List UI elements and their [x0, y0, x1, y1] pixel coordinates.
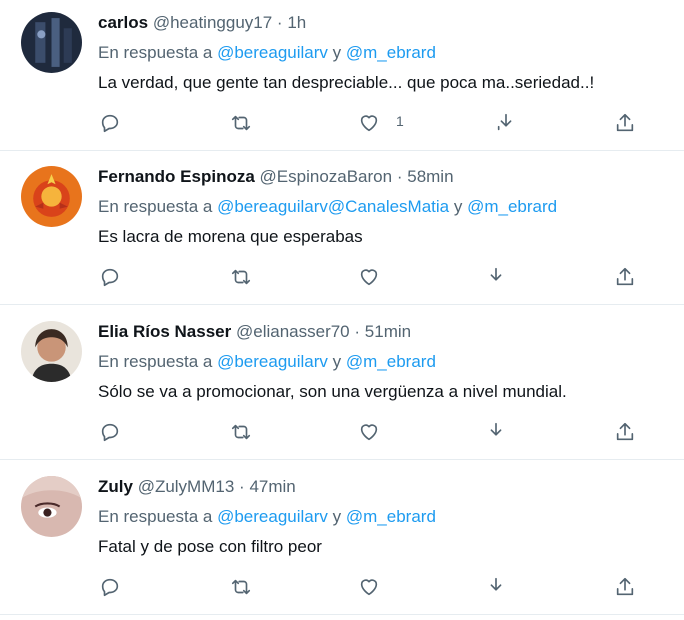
display-name[interactable]: Fernando Espinoza [98, 167, 255, 186]
mention-link[interactable]: @bereaguilarv [217, 197, 328, 216]
separator-dot: · [276, 13, 283, 32]
download-button[interactable] [483, 574, 509, 600]
reply-prefix: En respuesta a [98, 43, 213, 62]
tweet-card[interactable]: Fernando Espinoza @EspinozaBaron · 58min… [0, 154, 684, 305]
download-button[interactable] [493, 110, 519, 136]
heart-icon [360, 115, 378, 132]
action-bar [0, 264, 684, 290]
timestamp[interactable]: 47min [249, 477, 295, 496]
tweet-text: La verdad, que gente tan despreciable...… [98, 73, 595, 92]
avatar[interactable] [21, 12, 82, 73]
share-button[interactable] [612, 574, 638, 600]
like-count: 1 [396, 113, 404, 129]
heart-icon [360, 579, 378, 596]
reply-prefix: En respuesta a [98, 197, 213, 216]
share-button[interactable] [612, 264, 638, 290]
timestamp[interactable]: 1h [287, 13, 306, 32]
retweet-button[interactable] [228, 574, 254, 600]
separator-dot: · [239, 477, 245, 496]
mention-link[interactable]: @bereaguilarv [217, 43, 328, 62]
separator-dot: · [354, 322, 361, 341]
reply-icon [101, 578, 119, 597]
share-icon [616, 422, 634, 441]
download-button[interactable] [483, 264, 509, 290]
share-icon [616, 113, 634, 132]
user-handle[interactable]: @elianasser70 [236, 322, 350, 341]
display-name[interactable]: Elia Ríos Nasser [98, 322, 231, 341]
reply-button[interactable] [97, 574, 123, 600]
mention-link[interactable]: @m_ebrard [346, 43, 436, 62]
like-button[interactable] [356, 574, 382, 600]
reply-icon [101, 423, 119, 442]
reply-context: En respuesta a @bereaguilarv@CanalesMati… [98, 196, 557, 218]
tweet-card[interactable]: carlos @heatingguy17 · 1h En respuesta a… [0, 0, 684, 151]
reply-icon [101, 114, 119, 133]
tweet-header: Zuly @ZulyMM13 · 47min [98, 476, 296, 498]
timestamp[interactable]: 58min [407, 167, 453, 186]
display-name[interactable]: carlos [98, 13, 148, 32]
heart-icon [360, 424, 378, 441]
download-icon [490, 577, 502, 591]
heart-icon [360, 269, 378, 286]
retweet-icon [231, 579, 251, 595]
share-button[interactable] [612, 419, 638, 445]
mention-link[interactable]: @CanalesMatia [328, 197, 449, 216]
tweet-text: Es lacra de morena que esperabas [98, 227, 363, 246]
mention-link[interactable]: @m_ebrard [346, 352, 436, 371]
reply-prefix: En respuesta a [98, 507, 213, 526]
mention-link[interactable]: @bereaguilarv [217, 352, 328, 371]
download-icon [490, 422, 502, 436]
mention-separator: y [332, 507, 342, 526]
avatar[interactable] [21, 166, 82, 227]
retweet-button[interactable] [228, 264, 254, 290]
like-button[interactable] [356, 419, 382, 445]
action-bar: 1 [0, 110, 684, 136]
retweet-icon [231, 424, 251, 440]
user-handle[interactable]: @EspinozaBaron [260, 167, 393, 186]
reply-button[interactable] [97, 419, 123, 445]
avatar[interactable] [21, 476, 82, 537]
tweet-text: Fatal y de pose con filtro peor [98, 537, 322, 556]
action-bar [0, 574, 684, 600]
reply-prefix: En respuesta a [98, 352, 213, 371]
mention-link[interactable]: @m_ebrard [467, 197, 557, 216]
share-icon [616, 267, 634, 286]
download-button[interactable] [483, 419, 509, 445]
mention-separator: y [453, 197, 463, 216]
reply-button[interactable] [97, 264, 123, 290]
tweet-header: Elia Ríos Nasser @elianasser70 · 51min [98, 321, 411, 343]
user-handle[interactable]: @heatingguy17 [153, 13, 272, 32]
download-icon [490, 267, 502, 281]
user-handle[interactable]: @ZulyMM13 [138, 477, 235, 496]
action-bar [0, 419, 684, 445]
mention-link[interactable]: @m_ebrard [346, 507, 436, 526]
reply-context: En respuesta a @bereaguilarv y @m_ebrard [98, 351, 436, 373]
timestamp[interactable]: 51min [365, 322, 411, 341]
tweet-header: Fernando Espinoza @EspinozaBaron · 58min [98, 166, 454, 188]
mention-separator: y [332, 43, 342, 62]
retweet-icon [231, 269, 251, 285]
separator-dot: · [396, 167, 403, 186]
tweet-card[interactable]: Elia Ríos Nasser @elianasser70 · 51min E… [0, 309, 684, 460]
like-button[interactable] [356, 110, 382, 136]
tweet-card[interactable]: Zuly @ZulyMM13 · 47min En respuesta a @b… [0, 464, 684, 615]
share-button[interactable] [612, 110, 638, 136]
reply-context: En respuesta a @bereaguilarv y @m_ebrard [98, 42, 436, 64]
reply-context: En respuesta a @bereaguilarv y @m_ebrard [98, 506, 436, 528]
like-button[interactable] [356, 264, 382, 290]
reply-icon [101, 268, 119, 287]
display-name[interactable]: Zuly [98, 477, 133, 496]
download-icon [497, 113, 512, 131]
share-icon [616, 577, 634, 596]
tweet-header: carlos @heatingguy17 · 1h [98, 12, 306, 34]
retweet-button[interactable] [228, 110, 254, 136]
retweet-icon [231, 115, 251, 131]
tweet-text: Sólo se va a promocionar, son una vergüe… [98, 382, 567, 401]
reply-feed: carlos @heatingguy17 · 1h En respuesta a… [0, 0, 684, 620]
mention-separator: y [332, 352, 342, 371]
retweet-button[interactable] [228, 419, 254, 445]
reply-button[interactable] [97, 110, 123, 136]
avatar[interactable] [21, 321, 82, 382]
mention-link[interactable]: @bereaguilarv [217, 507, 328, 526]
